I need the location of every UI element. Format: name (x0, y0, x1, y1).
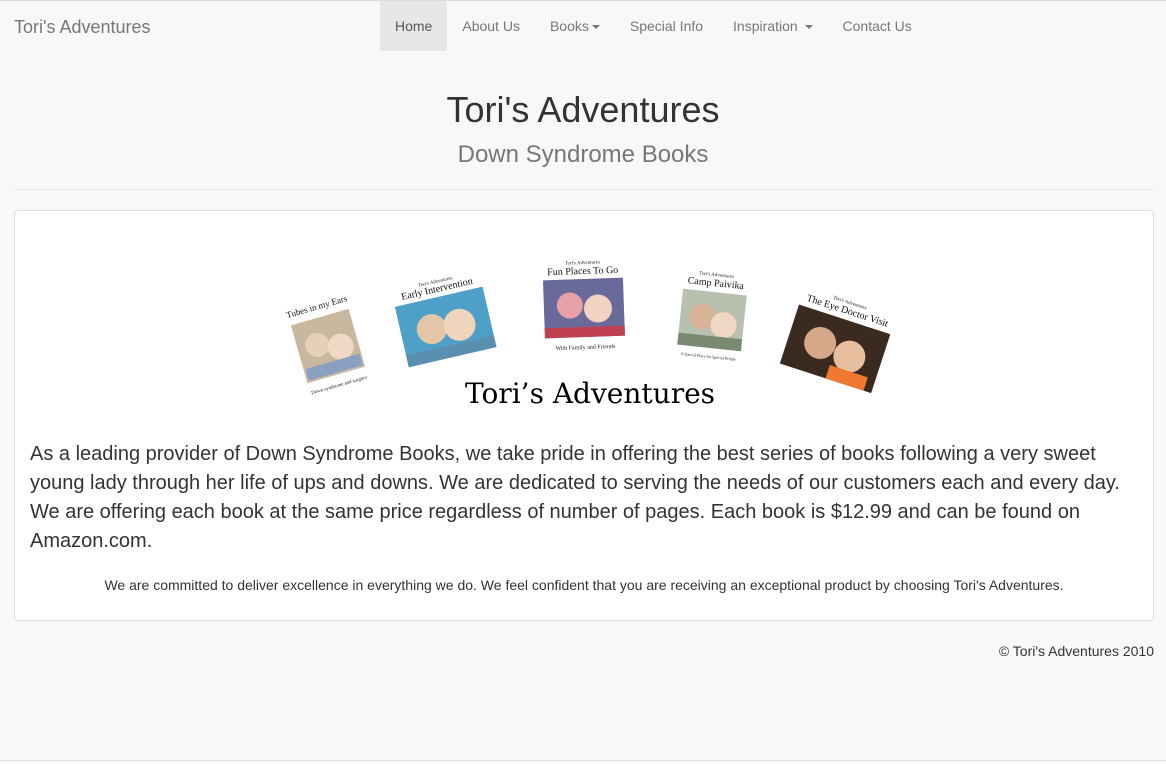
page-title: Tori's Adventures (446, 89, 720, 130)
lead-paragraph: As a leading provider of Down Syndrome B… (30, 443, 1120, 552)
nav-item-books-label: Books (549, 18, 589, 34)
footer-copyright: © Tori's Adventures 2010 (998, 643, 1154, 659)
nav-item-inspiration-label: Inspiration (733, 18, 798, 34)
caret-down-icon (804, 25, 813, 30)
book-caption: A Special Place for Special People (680, 351, 736, 362)
header-divider (14, 189, 1154, 190)
nav-item-about-us[interactable]: About Us (447, 1, 535, 51)
banner-logo-text: Tori’s Adventures (465, 377, 715, 410)
nav-item-contact-us[interactable]: Contact Us (828, 1, 927, 51)
book-cover-tubes-in-my-ears: Tubes in my Ears Down syndrome and surge… (285, 293, 368, 396)
navbar: Tori's Adventures Home About Us Books Sp… (0, 1, 1166, 51)
nav-item-home[interactable]: Home (380, 1, 448, 51)
book-cover-eye-doctor-visit: Tori's Adventures The Eye Doctor Visit (779, 293, 890, 394)
book-title: Camp Paivika (687, 275, 745, 292)
book-cover-camp-paivika: Tori's Adventures Camp Paivika A Special… (677, 271, 747, 362)
nav-item-special-info[interactable]: Special Info (615, 1, 718, 51)
book-cover-fun-places-to-go: Tori's Adventures Fun Places To Go With … (542, 260, 625, 352)
commitment-paragraph: We are committed to deliver excellence i… (104, 577, 1064, 593)
page-subtitle: Down Syndrome Books (457, 141, 709, 168)
nav-item-inspiration[interactable]: Inspiration (718, 1, 827, 51)
book-caption: With Family and Friends (555, 344, 616, 352)
nav-item-books[interactable]: Books (535, 1, 615, 51)
book-title: Fun Places To Go (547, 265, 618, 278)
nav-menu: Home About Us Books Special Info Inspira… (380, 1, 927, 51)
book-cover-early-intervention: Tori's Adventures Early Intervention (394, 276, 497, 368)
caret-down-icon (591, 25, 600, 30)
content-panel: Tubes in my Ears Down syndrome and surge… (14, 210, 1154, 621)
books-banner-image: Tubes in my Ears Down syndrome and surge… (285, 260, 890, 410)
bottom-border (0, 760, 1166, 761)
brand-link[interactable]: Tori's Adventures (14, 17, 151, 38)
